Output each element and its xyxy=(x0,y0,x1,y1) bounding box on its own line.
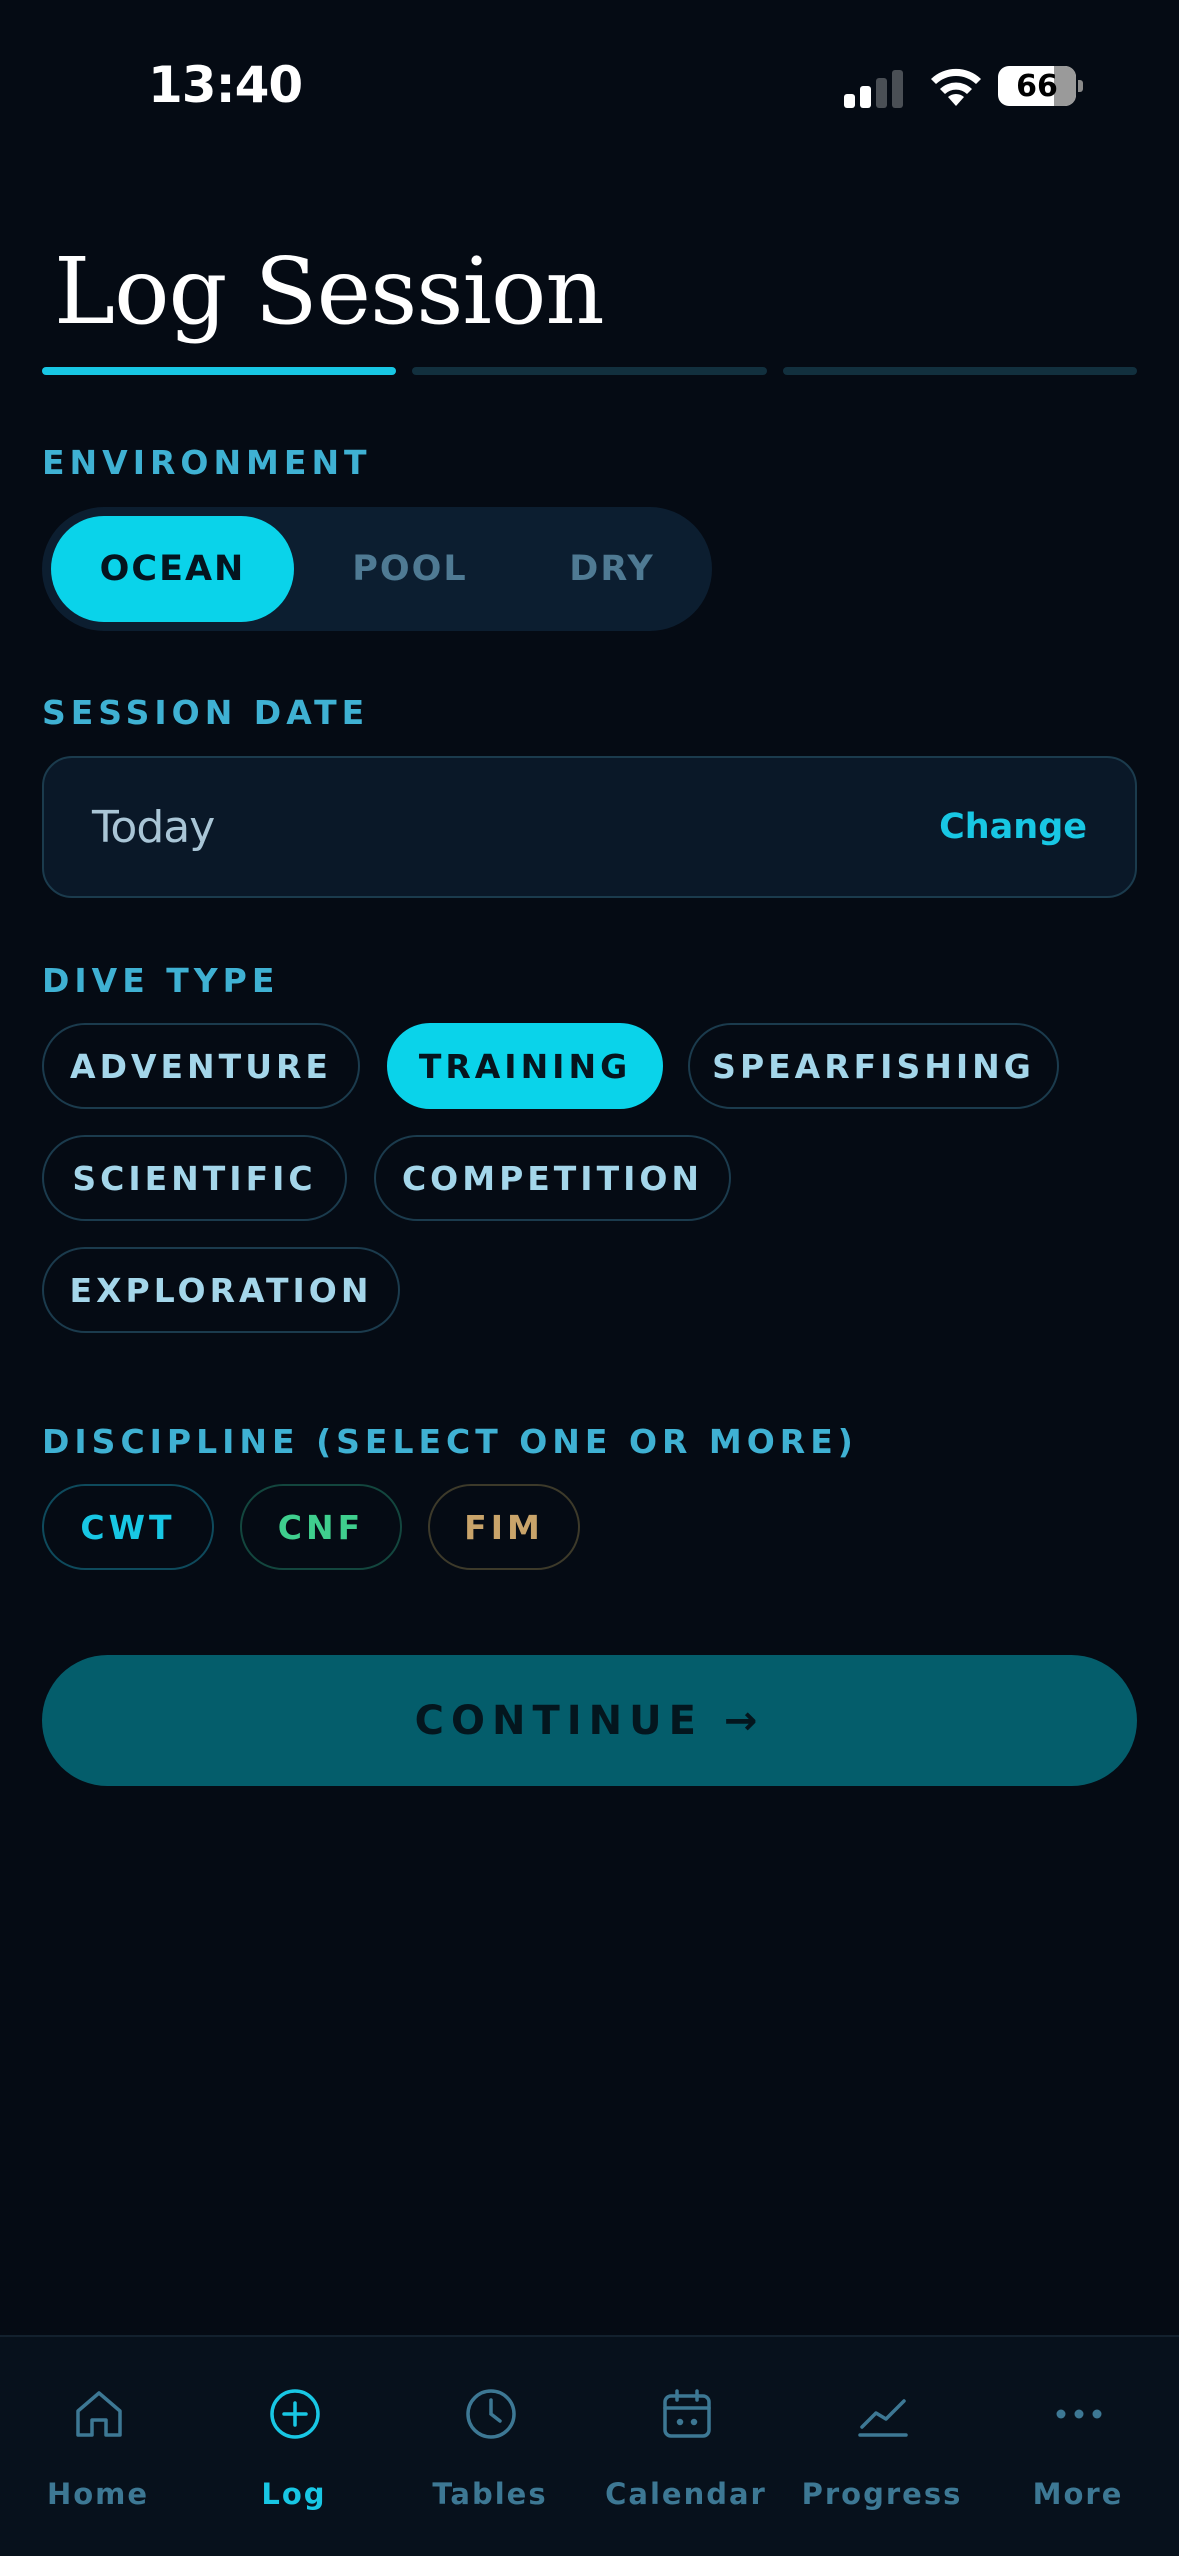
tab-progress-label: Progress xyxy=(801,2477,963,2511)
step-progress xyxy=(42,367,1137,375)
discipline-cwt[interactable]: CWT xyxy=(42,1484,214,1570)
home-icon xyxy=(76,2391,122,2437)
tab-more-label: More xyxy=(1032,2477,1124,2511)
battery-level: 66 xyxy=(1016,68,1058,104)
cellular-signal-icon xyxy=(844,68,904,108)
more-dots-icon xyxy=(1056,2409,1102,2419)
discipline-cnf[interactable]: CNF xyxy=(240,1484,402,1570)
session-date-value: Today xyxy=(92,802,215,853)
environment-option-pool[interactable]: POOL xyxy=(322,516,498,622)
clock-icon xyxy=(466,2389,516,2439)
calendar-icon xyxy=(663,2389,711,2438)
discipline-label: DISCIPLINE (SELECT ONE OR MORE) xyxy=(42,1422,858,1461)
session-date-field[interactable]: Today Change xyxy=(42,756,1137,898)
environment-option-dry[interactable]: DRY xyxy=(524,516,700,622)
page-title: Log Session xyxy=(54,238,605,345)
tab-home[interactable]: Home xyxy=(0,2337,196,2556)
dive-type-competition[interactable]: COMPETITION xyxy=(374,1135,731,1221)
status-time: 13:40 xyxy=(148,56,303,114)
dive-type-label: DIVE TYPE xyxy=(42,961,280,1000)
tab-progress[interactable]: Progress xyxy=(784,2337,980,2556)
dive-type-training[interactable]: TRAINING xyxy=(387,1023,663,1109)
tab-tables-label: Tables xyxy=(432,2477,548,2511)
dive-type-scientific[interactable]: SCIENTIFIC xyxy=(42,1135,347,1221)
tab-calendar-label: Calendar xyxy=(605,2477,767,2511)
tab-home-label: Home xyxy=(46,2477,150,2511)
step-1-indicator xyxy=(42,367,397,375)
tab-calendar[interactable]: Calendar xyxy=(588,2337,784,2556)
tab-tables[interactable]: Tables xyxy=(392,2337,588,2556)
tab-more[interactable]: More xyxy=(980,2337,1176,2556)
continue-button[interactable]: CONTINUE → xyxy=(42,1655,1137,1786)
wifi-icon xyxy=(931,68,981,106)
environment-option-ocean[interactable]: OCEAN xyxy=(51,516,294,622)
dive-type-adventure[interactable]: ADVENTURE xyxy=(42,1023,360,1109)
log-session-screen: 13:40 66 Log Session ENVIRONMENT OCEAN P… xyxy=(0,0,1179,2556)
tab-bar: Home Log Tables Calendar Progress More xyxy=(0,2335,1179,2556)
step-3-indicator xyxy=(782,367,1137,375)
tab-log[interactable]: Log xyxy=(196,2337,392,2556)
battery-icon: 66 xyxy=(998,66,1076,106)
step-2-indicator xyxy=(412,367,767,375)
discipline-fim[interactable]: FIM xyxy=(428,1484,580,1570)
change-date-button[interactable]: Change xyxy=(939,807,1087,847)
environment-selector: OCEAN POOL DRY xyxy=(42,507,712,631)
tab-log-label: Log xyxy=(261,2477,327,2511)
dive-type-exploration[interactable]: EXPLORATION xyxy=(42,1247,400,1333)
dive-type-spearfishing[interactable]: SPEARFISHING xyxy=(688,1023,1059,1109)
environment-label: ENVIRONMENT xyxy=(42,443,372,482)
session-date-label: SESSION DATE xyxy=(42,693,370,732)
add-circle-icon xyxy=(270,2389,320,2439)
trend-chart-icon xyxy=(858,2399,908,2437)
